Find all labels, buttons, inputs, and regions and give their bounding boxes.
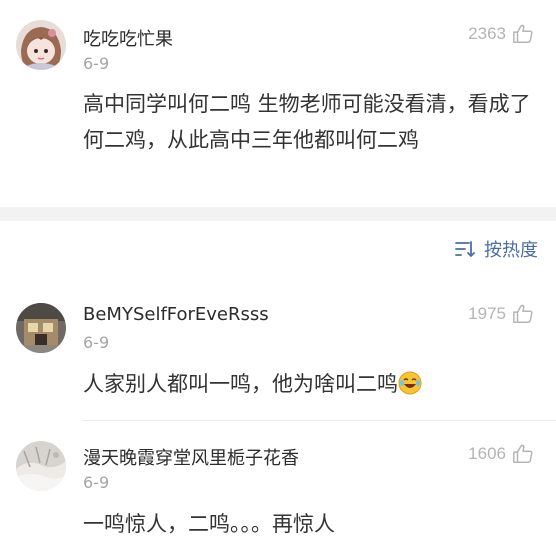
comment-date: 6-9 <box>83 473 110 492</box>
comment-item: 吃吃吃忙果 6-9 2363 高中同学叫何二鸣 生物老师可能没看清，看成了何二鸡… <box>0 0 556 205</box>
thumbs-up-icon <box>513 444 533 463</box>
anime-girl-avatar-icon <box>16 20 66 70</box>
comment-date: 6-9 <box>83 333 110 352</box>
comment-text-row: 人家别人都叫一鸣，他为啥叫二鸣 <box>83 366 538 402</box>
sort-label: 按热度 <box>484 240 538 261</box>
comment-item: 漫天晚霞穿堂风里栀子花香 6-9 1606 一鸣惊人，二鸣。。。再惊人 <box>0 425 556 551</box>
like-count: 1975 <box>468 304 506 323</box>
username[interactable]: 吃吃吃忙果 <box>83 25 173 51</box>
sort-icon <box>455 241 475 257</box>
avatar[interactable] <box>16 303 66 353</box>
laugh-cry-emoji-icon <box>398 371 422 395</box>
like-button[interactable]: 1975 <box>468 303 534 325</box>
snow-photo-avatar-icon <box>16 441 66 491</box>
comment-separator <box>83 420 556 421</box>
building-photo-avatar-icon <box>16 303 66 353</box>
avatar[interactable] <box>16 20 66 70</box>
avatar[interactable] <box>16 441 66 491</box>
comment-item: BeMYSelfForEveRsss 6-9 1975 人家别人都叫一鸣，他为啥… <box>0 285 556 420</box>
thumbs-up-icon <box>513 304 533 323</box>
thumbs-up-icon <box>513 24 533 43</box>
sort-by-hot-button[interactable]: 按热度 <box>454 236 538 262</box>
like-count: 1606 <box>468 444 506 463</box>
comment-date: 6-9 <box>83 54 110 73</box>
section-divider <box>0 207 556 221</box>
username[interactable]: BeMYSelfForEveRsss <box>83 304 269 325</box>
like-count: 2363 <box>468 24 506 43</box>
comment-text: 人家别人都叫一鸣，他为啥叫二鸣 <box>83 372 398 396</box>
username[interactable]: 漫天晚霞穿堂风里栀子花香 <box>83 444 299 470</box>
comment-text: 高中同学叫何二鸣 生物老师可能没看清，看成了何二鸡，从此高中三年他都叫何二鸡 <box>83 92 531 152</box>
like-button[interactable]: 1606 <box>468 443 534 465</box>
like-button[interactable]: 2363 <box>468 23 534 45</box>
comment-text: 一鸣惊人，二鸣。。。再惊人 <box>83 512 335 536</box>
